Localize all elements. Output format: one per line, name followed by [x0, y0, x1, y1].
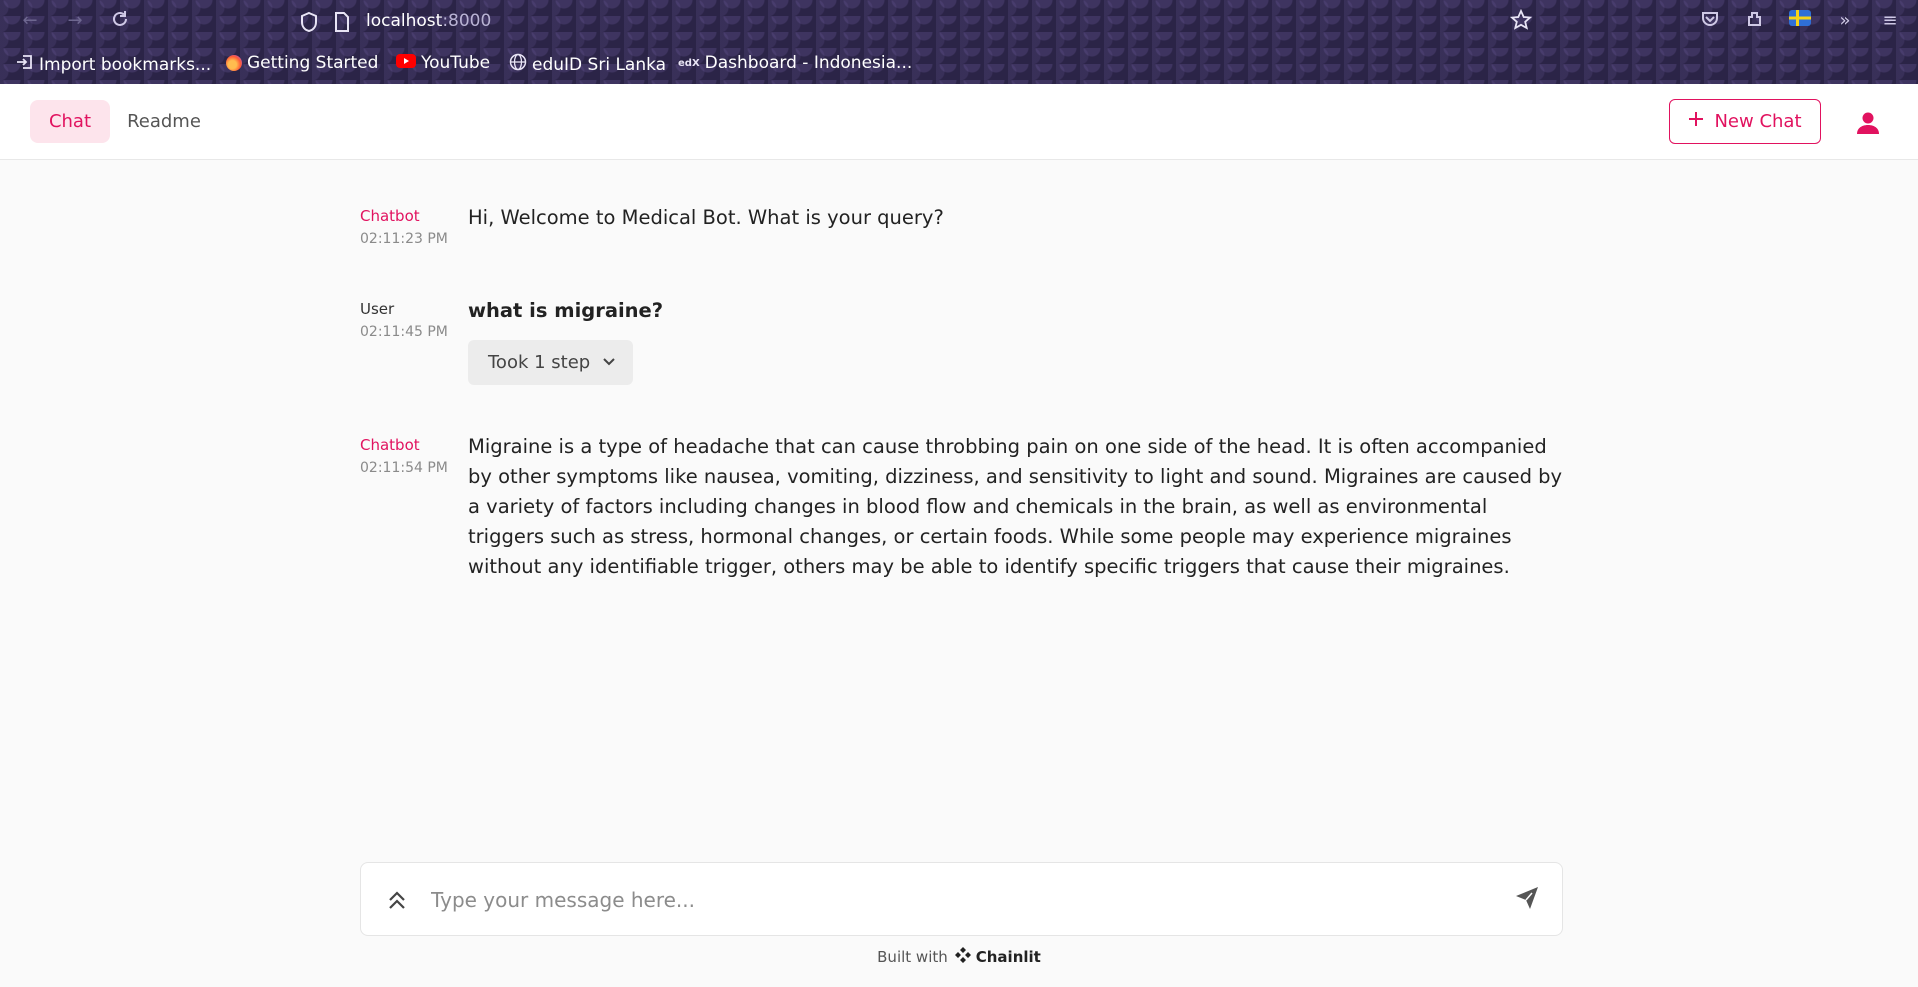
edx-icon: edX	[678, 57, 700, 69]
message-input[interactable]	[431, 883, 1491, 917]
steps-toggle[interactable]: Took 1 step	[468, 340, 633, 385]
send-icon[interactable]	[1514, 885, 1544, 915]
overflow-chevron-icon[interactable]: »	[1833, 9, 1857, 33]
bookmark-star-icon[interactable]	[1509, 8, 1533, 33]
bookmark-eduid[interactable]: eduID Sri Lanka	[509, 53, 666, 76]
import-icon	[16, 53, 34, 76]
plus-icon	[1688, 111, 1704, 132]
user-account-icon[interactable]	[1855, 110, 1881, 136]
page-icon	[334, 12, 350, 36]
url-text[interactable]: localhost:8000	[366, 11, 491, 31]
message-composer	[360, 862, 1563, 936]
built-with-text: Built with	[877, 948, 948, 966]
forward-arrow-icon[interactable]: →	[63, 9, 87, 33]
bookmark-import[interactable]: Import bookmarks...	[16, 53, 211, 76]
reload-icon[interactable]	[108, 9, 132, 33]
bookmark-dashboard[interactable]: edX Dashboard - Indonesia...	[678, 53, 912, 73]
menu-icon[interactable]: ≡	[1878, 9, 1902, 33]
message-author: Chatbot	[360, 207, 420, 225]
message-text: Migraine is a type of headache that can …	[468, 435, 1563, 578]
address-bar[interactable]: localhost:8000	[290, 6, 1540, 36]
message-time: 02:11:54 PM	[360, 460, 448, 476]
bookmarks-bar: Import bookmarks... Getting Started YouT…	[0, 50, 1918, 80]
new-chat-label: New Chat	[1714, 111, 1802, 132]
tab-chat[interactable]: Chat	[30, 100, 110, 143]
flag-extension-icon[interactable]	[1788, 9, 1812, 33]
message-time: 02:11:45 PM	[360, 324, 448, 340]
message-chatbot: Chatbot 02:11:23 PM Hi, Welcome to Medic…	[360, 206, 1560, 257]
firefox-icon	[226, 55, 242, 71]
chainlit-brand[interactable]: Chainlit	[954, 946, 1041, 968]
app-header: Chat Readme New Chat	[0, 84, 1918, 160]
extensions-icon[interactable]	[1743, 9, 1767, 33]
message-chatbot: Chatbot 02:11:54 PM Migraine is a type o…	[360, 435, 1562, 586]
message-time: 02:11:23 PM	[360, 231, 448, 247]
shield-icon[interactable]	[299, 11, 319, 37]
chainlit-logo-icon	[954, 946, 972, 968]
chevron-down-icon	[602, 352, 616, 373]
youtube-icon	[396, 53, 416, 73]
bookmark-youtube[interactable]: YouTube	[396, 53, 490, 73]
navigation-bar: ← → localhost:8000 » ≡	[0, 0, 1918, 42]
message-user: User 02:11:45 PM what is migraine? Took …	[360, 299, 1560, 390]
footer: Built with Chainlit	[0, 946, 1918, 968]
tab-readme[interactable]: Readme	[118, 100, 210, 143]
back-arrow-icon[interactable]: ←	[18, 9, 42, 33]
message-text: Hi, Welcome to Medical Bot. What is your…	[468, 206, 944, 229]
message-text: what is migraine?	[468, 299, 664, 322]
bookmark-getting-started[interactable]: Getting Started	[226, 53, 378, 73]
message-author: Chatbot	[360, 436, 420, 454]
steps-label: Took 1 step	[488, 352, 591, 373]
expand-chevrons-up-icon[interactable]	[385, 887, 409, 913]
browser-toolbar: ← → localhost:8000 » ≡ Import bookmarks.…	[0, 0, 1918, 84]
new-chat-button[interactable]: New Chat	[1669, 99, 1821, 144]
globe-icon	[509, 53, 527, 76]
message-author: User	[360, 300, 395, 318]
pocket-icon[interactable]	[1698, 9, 1722, 33]
